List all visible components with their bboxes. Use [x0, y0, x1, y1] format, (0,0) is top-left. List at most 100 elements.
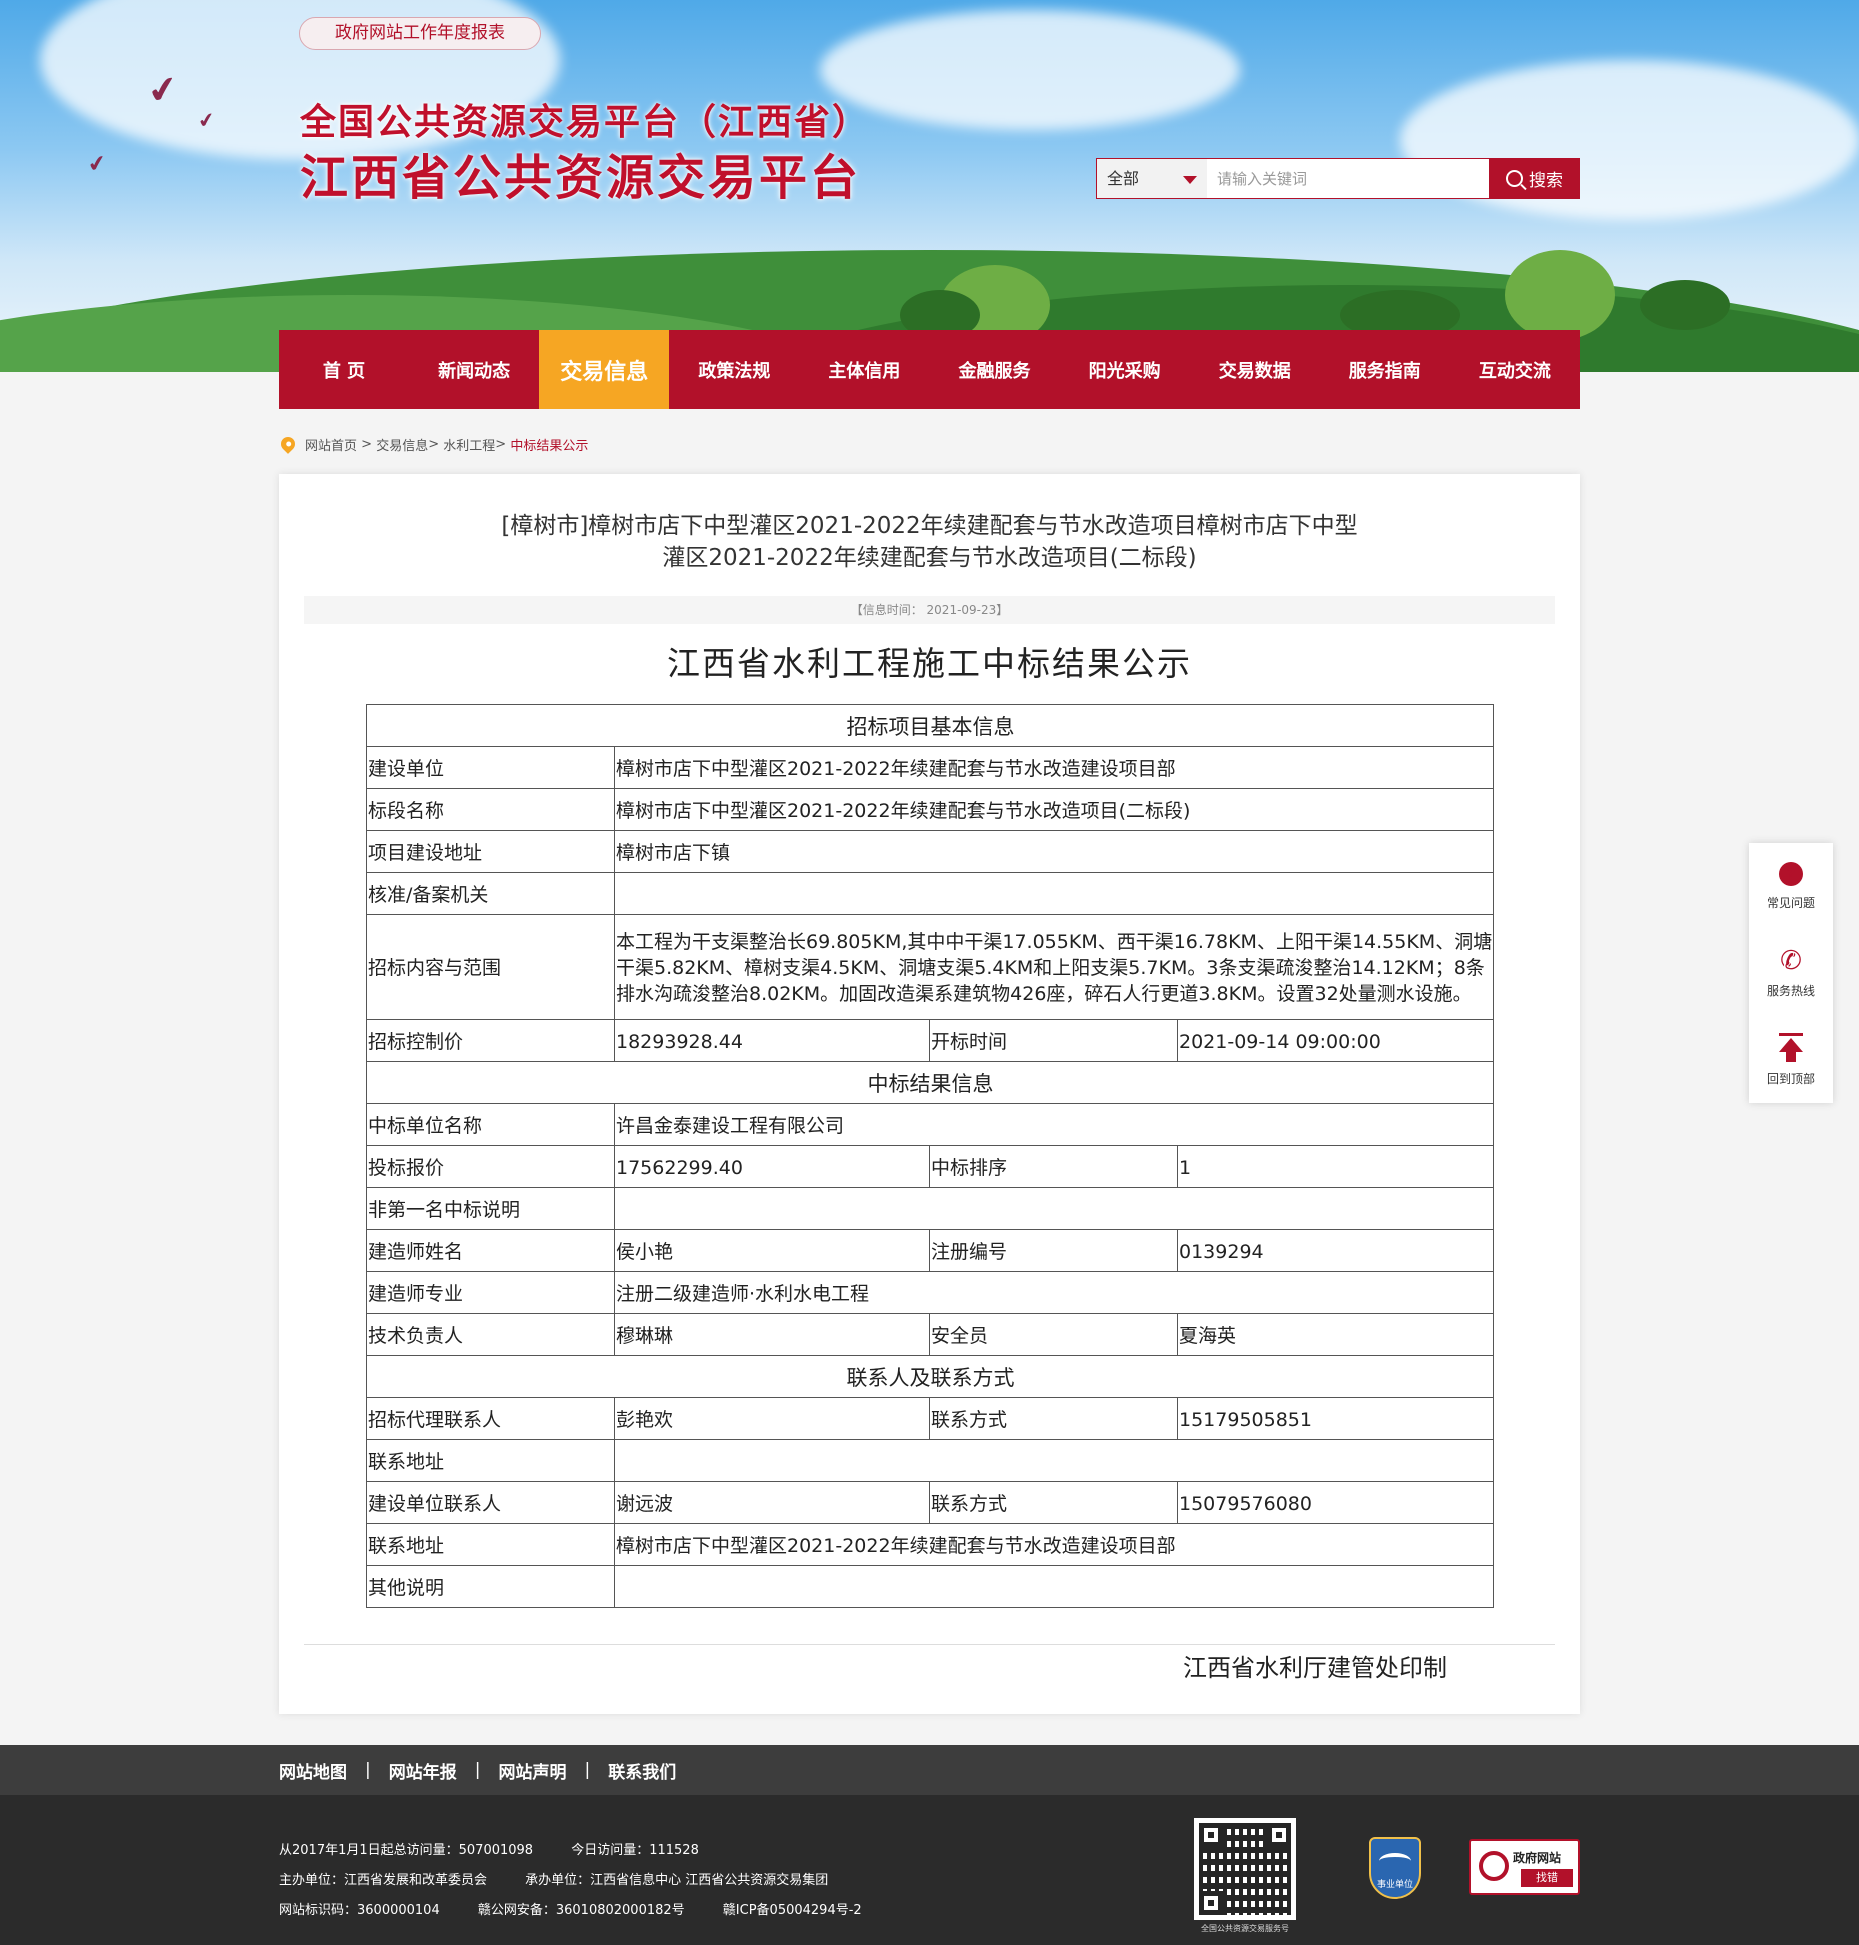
cell-value: 樟树市店下中型灌区2021-2022年续建配套与节水改造项目(二标段): [614, 788, 1494, 831]
table-row: 建设单位 樟树市店下中型灌区2021-2022年续建配套与节水改造建设项目部: [366, 746, 1494, 789]
cell-label: 建造师专业: [366, 1271, 615, 1314]
cell-value: 1: [1177, 1145, 1494, 1188]
cloud-decoration: [820, 10, 1240, 130]
cell-label: 招标代理联系人: [366, 1397, 615, 1440]
search-scope-select[interactable]: 全部: [1096, 158, 1207, 199]
organizer: 承办单位：江西省信息中心 江西省公共资源交易集团: [525, 1873, 829, 1888]
gov-err-action: 找错: [1521, 1869, 1573, 1887]
article-title-line2: 灌区2021-2022年续建配套与节水改造项目(二标段): [662, 545, 1197, 571]
footer-links: 网站地图 | 网站年报 | 网站声明 | 联系我们: [0, 1745, 1859, 1795]
search-button[interactable]: 搜索: [1489, 158, 1580, 199]
breadcrumb-sep: >: [495, 436, 507, 452]
footer-link-sitemap[interactable]: 网站地图: [279, 1758, 347, 1783]
nav-item-credit[interactable]: 主体信用: [799, 330, 929, 409]
hotline-button[interactable]: ✆ 服务热线: [1749, 930, 1833, 1017]
cell-label: 其他说明: [366, 1565, 615, 1608]
nav-item-trade-info[interactable]: 交易信息: [539, 330, 670, 409]
back-to-top-button[interactable]: 回到顶部: [1749, 1016, 1833, 1103]
table-row: 中标单位名称 许昌金泰建设工程有限公司: [366, 1103, 1494, 1146]
nav-item-home[interactable]: 首 页: [279, 330, 409, 409]
table-row: 其他说明: [366, 1565, 1494, 1608]
cell-value: 本工程为干支渠整治长69.805KM,其中中干渠17.055KM、西干渠16.7…: [614, 914, 1494, 1020]
tree-decoration: [1640, 280, 1730, 330]
search-button-label: 搜索: [1529, 171, 1563, 191]
cell-value: 穆琳琳: [614, 1313, 930, 1356]
cell-value: 15179505851: [1177, 1397, 1494, 1440]
cell-label: 项目建设地址: [366, 830, 615, 873]
nav-item-interaction[interactable]: 互动交流: [1450, 330, 1580, 409]
cell-label: 技术负责人: [366, 1313, 615, 1356]
nav-item-guide[interactable]: 服务指南: [1320, 330, 1450, 409]
cell-value: 注册二级建造师·水利水电工程: [614, 1271, 1494, 1314]
footer-link-statement[interactable]: 网站声明: [498, 1758, 566, 1783]
cell-label: 注册编号: [929, 1229, 1178, 1272]
footer-main: 从2017年1月1日起总访问量：507001098 今日访问量：111528 主…: [0, 1795, 1859, 1945]
cell-value: 许昌金泰建设工程有限公司: [614, 1103, 1494, 1146]
breadcrumb-home[interactable]: 网站首页: [305, 435, 357, 454]
table-row: 建设单位联系人 谢远波 联系方式 15079576080: [366, 1481, 1494, 1524]
police-record[interactable]: 赣公网安备：36010802000182号: [478, 1903, 685, 1918]
total-visits: 从2017年1月1日起总访问量：507001098: [279, 1843, 534, 1858]
footer-link-annual-report[interactable]: 网站年报: [389, 1758, 457, 1783]
footer-link-sep: |: [584, 1760, 591, 1780]
main-nav: 首 页 新闻动态 交易信息 政策法规 主体信用 金融服务 阳光采购 交易数据 服…: [279, 330, 1580, 409]
table-row: 联系人及联系方式: [366, 1355, 1494, 1398]
search-input[interactable]: [1207, 158, 1489, 199]
cell-value: 彭艳欢: [614, 1397, 930, 1440]
cell-value: [614, 872, 1494, 915]
footer-link-sep: |: [474, 1760, 481, 1780]
faq-button[interactable]: ? 常见问题: [1749, 843, 1833, 930]
table-row: 建造师姓名 侯小艳 注册编号 0139294: [366, 1229, 1494, 1272]
cell-label: 建设单位联系人: [366, 1481, 615, 1524]
cell-value: 夏海英: [1177, 1313, 1494, 1356]
cell-label: 联系地址: [366, 1523, 615, 1566]
nav-item-policy[interactable]: 政策法规: [669, 330, 799, 409]
icp-record[interactable]: 赣ICP备05004294号-2: [723, 1903, 862, 1918]
cell-label: 建设单位: [366, 746, 615, 789]
table-row: 联系地址: [366, 1439, 1494, 1482]
section-result-info: 中标结果信息: [366, 1061, 1494, 1104]
annual-report-button[interactable]: 政府网站工作年度报表: [299, 17, 541, 50]
site-header: ✔ ✔ ✔ 政府网站工作年度报表 全国公共资源交易平台（江西省） 江西省公共资源…: [0, 0, 1859, 372]
section-contact-info: 联系人及联系方式: [366, 1355, 1494, 1398]
article-title: [樟树市]樟树市店下中型灌区2021-2022年续建配套与节水改造项目樟树市店下…: [339, 510, 1520, 574]
cell-value: 0139294: [1177, 1229, 1494, 1272]
sponsor: 主办单位：江西省发展和改革委员会: [279, 1873, 488, 1888]
table-row: 中标结果信息: [366, 1061, 1494, 1104]
faq-label: 常见问题: [1766, 895, 1815, 910]
nav-item-procurement[interactable]: 阳光采购: [1060, 330, 1190, 409]
nav-item-trade-data[interactable]: 交易数据: [1190, 330, 1320, 409]
table-row: 招标控制价 18293928.44 开标时间 2021-09-14 09:00:…: [366, 1019, 1494, 1062]
cell-label: 建造师姓名: [366, 1229, 615, 1272]
cell-label: 安全员: [929, 1313, 1178, 1356]
cell-label: 招标内容与范围: [366, 914, 615, 1020]
table-row: 联系地址 樟树市店下中型灌区2021-2022年续建配套与节水改造建设项目部: [366, 1523, 1494, 1566]
table-row: 投标报价 17562299.40 中标排序 1: [366, 1145, 1494, 1188]
cell-value: 樟树市店下中型灌区2021-2022年续建配套与节水改造建设项目部: [614, 746, 1494, 789]
cell-value: 谢远波: [614, 1481, 930, 1524]
nav-item-finance[interactable]: 金融服务: [929, 330, 1059, 409]
footer-link-contact[interactable]: 联系我们: [608, 1758, 676, 1783]
table-row: 非第一名中标说明: [366, 1187, 1494, 1230]
cell-label: 联系方式: [929, 1397, 1178, 1440]
hotline-label: 服务热线: [1766, 983, 1815, 998]
cell-value: 2021-09-14 09:00:00: [1177, 1019, 1494, 1062]
breadcrumb-trade-info[interactable]: 交易信息: [376, 435, 428, 454]
breadcrumb-water[interactable]: 水利工程: [443, 435, 495, 454]
public-institution-badge-icon[interactable]: 事业单位: [1369, 1837, 1421, 1899]
gov-site-error-report-button[interactable]: 政府网站 找错: [1469, 1839, 1580, 1895]
breadcrumb-sep: >: [361, 436, 373, 452]
footer-organizers: 主办单位：江西省发展和改革委员会 承办单位：江西省信息中心 江西省公共资源交易集…: [279, 1869, 862, 1888]
chevron-down-icon: [1183, 176, 1197, 184]
table-row: 核准/备案机关: [366, 872, 1494, 915]
article-card: [樟树市]樟树市店下中型灌区2021-2022年续建配套与节水改造项目樟树市店下…: [279, 474, 1580, 1714]
nav-item-news[interactable]: 新闻动态: [409, 330, 539, 409]
table-row: 招标内容与范围 本工程为干支渠整治长69.805KM,其中中干渠17.055KM…: [366, 914, 1494, 1020]
cell-value: 17562299.40: [614, 1145, 930, 1188]
cell-value: 樟树市店下镇: [614, 830, 1494, 873]
float-toolbar: ? 常见问题 ✆ 服务热线 回到顶部: [1749, 843, 1833, 1103]
table-row: 建造师专业 注册二级建造师·水利水电工程: [366, 1271, 1494, 1314]
cell-value: [614, 1439, 1494, 1482]
search-icon: [1506, 170, 1523, 187]
cell-label: 核准/备案机关: [366, 872, 615, 915]
